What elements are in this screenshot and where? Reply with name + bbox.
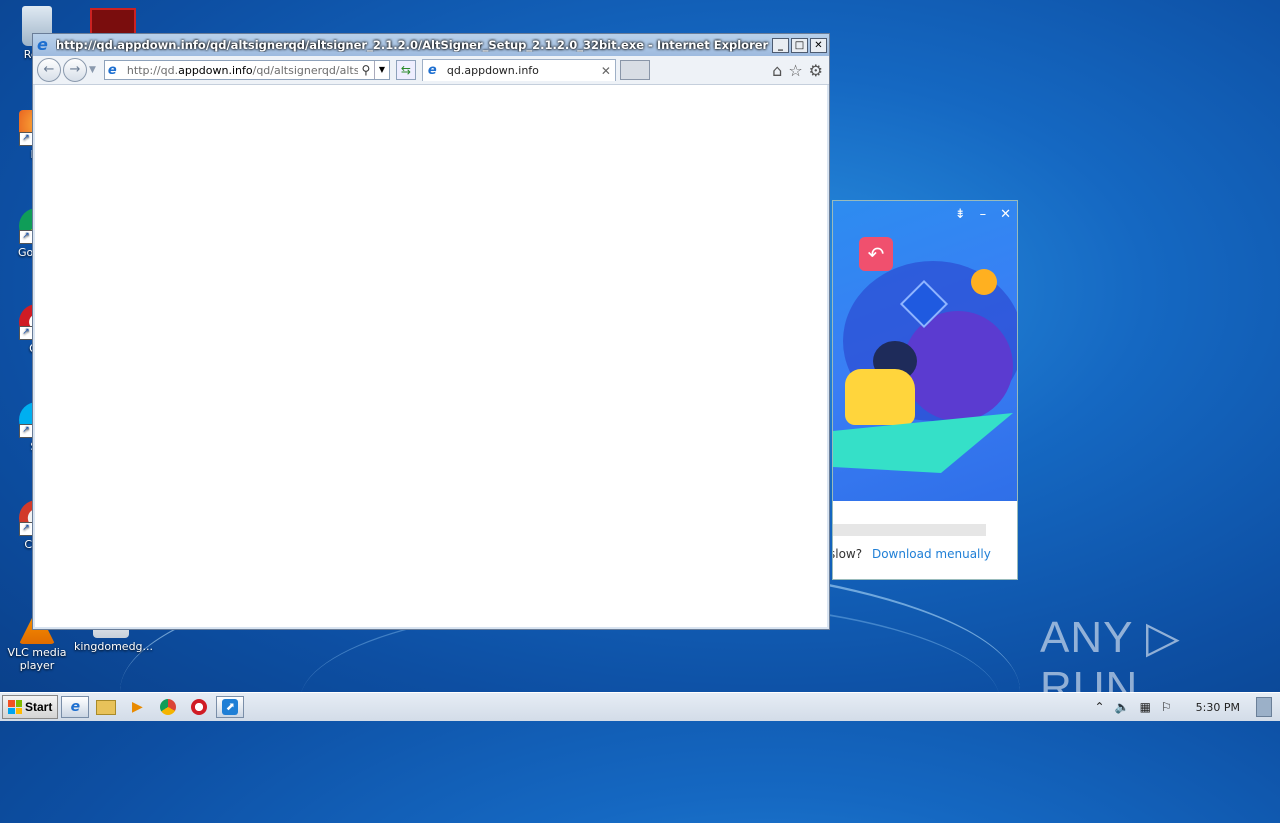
history-dropdown-icon[interactable]: ▼: [89, 65, 96, 75]
taskbar-ie-button[interactable]: e: [61, 696, 90, 718]
minimize-button[interactable]: _: [772, 37, 789, 53]
ie-logo-icon: e: [37, 35, 48, 54]
decorative-blob: [903, 311, 1013, 421]
network-icon[interactable]: ▦: [1140, 700, 1151, 714]
tab-close-icon[interactable]: ✕: [601, 64, 615, 78]
ie-navigation-bar: ← → ▼ e http://qd.appdown.info/qd/altsig…: [33, 56, 829, 85]
taskbar: Start e ▶ ⬈ ⌃ 🔈 ▦ ⚐ 5:30 PM: [0, 692, 1280, 721]
close-icon[interactable]: ✕: [1000, 207, 1011, 222]
close-button[interactable]: ✕: [810, 37, 827, 53]
ie-icon: e: [70, 699, 81, 715]
show-desktop-button[interactable]: [1256, 697, 1272, 717]
taskbar-media-player-button[interactable]: ▶: [123, 696, 151, 718]
shortcut-arrow-icon: ↗: [19, 522, 33, 536]
installer-illustration: ⇟ – ✕ ↶: [833, 201, 1017, 501]
minimize-icon[interactable]: –: [980, 207, 987, 222]
shortcut-arrow-icon: ↗: [19, 326, 33, 340]
taskbar-installer-button[interactable]: ⬈: [216, 696, 245, 718]
forward-button[interactable]: →: [63, 58, 87, 82]
share-icon: ↶: [859, 237, 893, 271]
desktop-icon-label: VLC media player: [7, 646, 67, 672]
clock[interactable]: 5:30 PM: [1196, 701, 1240, 714]
collapse-icon[interactable]: ⇟: [955, 207, 966, 222]
windows-flag-icon: [8, 700, 22, 714]
ie-title-bar[interactable]: e http://qd.appdown.info/qd/altsignerqd/…: [33, 34, 829, 56]
address-bar[interactable]: e http://qd.appdown.info/qd/altsignerqd/…: [103, 60, 390, 80]
page-content: [35, 85, 827, 627]
new-tab-button[interactable]: [619, 60, 650, 80]
balloon-icon: [971, 269, 997, 295]
address-url[interactable]: http://qd.appdown.info/qd/altsignerqd/al…: [127, 64, 358, 77]
ie-page-icon: e: [427, 63, 437, 78]
ie-page-icon: e: [107, 62, 117, 78]
opera-icon: [191, 699, 208, 715]
shortcut-arrow-icon: ↗: [19, 132, 33, 146]
folder-icon: [96, 699, 117, 715]
tab-label: qd.appdown.info: [446, 64, 539, 77]
character-body: [845, 369, 915, 425]
start-label: Start: [25, 700, 53, 714]
installer-window[interactable]: ⇟ – ✕ ↶ slow? Download menually: [832, 200, 1018, 580]
installer-app-icon: ⬈: [222, 699, 239, 715]
maximize-button[interactable]: □: [791, 37, 808, 53]
media-player-icon: ▶: [131, 699, 143, 715]
installer-progress-bar: [833, 524, 986, 536]
download-manually-link[interactable]: Download menually: [872, 547, 991, 561]
window-title: http://qd.appdown.info/qd/altsignerqd/al…: [56, 38, 769, 52]
compatibility-refresh-icon[interactable]: ⇆: [395, 60, 416, 80]
tab-appdown[interactable]: e qd.appdown.info ✕: [421, 59, 616, 81]
taskbar-explorer-button[interactable]: [92, 696, 120, 718]
show-hidden-icons-icon[interactable]: ⌃: [1095, 700, 1105, 714]
ie-window[interactable]: e http://qd.appdown.info/qd/altsignerqd/…: [32, 33, 830, 630]
volume-icon[interactable]: 🔈: [1115, 700, 1130, 714]
shortcut-arrow-icon: ↗: [19, 424, 33, 438]
shortcut-arrow-icon: ↗: [19, 230, 33, 244]
chrome-icon: [160, 699, 177, 715]
gear-icon[interactable]: ⚙: [809, 61, 823, 80]
taskbar-chrome-button[interactable]: [154, 696, 182, 718]
desktop-icon-label: kingdomedg...: [74, 640, 154, 653]
favorites-star-icon[interactable]: ☆: [788, 61, 802, 80]
system-tray: ⌃ 🔈 ▦ ⚐ 5:30 PM: [1095, 697, 1280, 717]
address-dropdown-icon[interactable]: ▼: [373, 61, 389, 79]
start-button[interactable]: Start: [2, 695, 59, 719]
back-button[interactable]: ←: [37, 58, 61, 82]
search-icon[interactable]: ⚲: [358, 63, 374, 77]
action-center-flag-icon[interactable]: ⚐: [1161, 700, 1172, 714]
slow-text: slow?: [832, 547, 863, 561]
home-icon[interactable]: ⌂: [772, 61, 782, 80]
taskbar-opera-button[interactable]: [185, 696, 213, 718]
